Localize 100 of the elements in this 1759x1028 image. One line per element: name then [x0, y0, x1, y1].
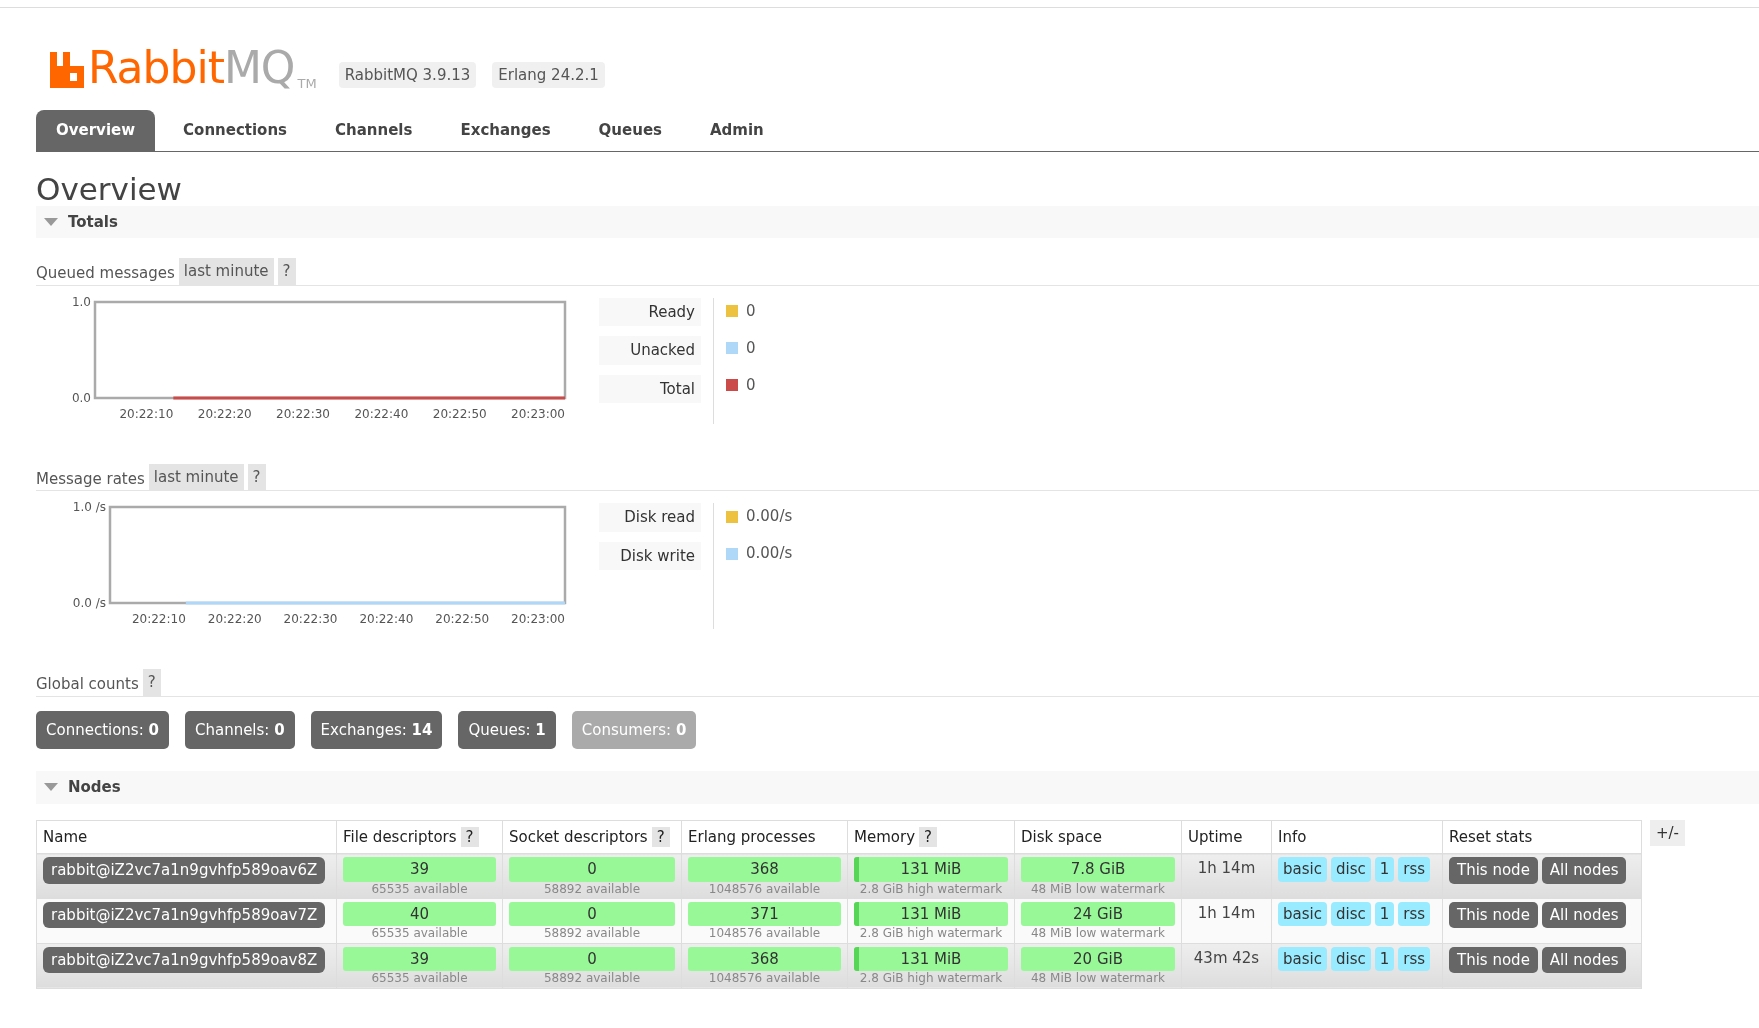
legend-label: Disk read	[599, 503, 701, 532]
node-link[interactable]: rabbit@iZ2vc7a1n9gvhfp589oav6Z	[43, 857, 326, 884]
section-label: Queued messages	[36, 263, 175, 285]
axis-label: 20:22:40	[359, 612, 414, 627]
range-selector[interactable]: last minute	[178, 258, 274, 285]
stat-value: 371	[750, 905, 779, 923]
header-label: Erlang processes	[688, 827, 816, 846]
count-button[interactable]: Exchanges: 14	[310, 710, 443, 750]
axis-label: 1.0	[71, 294, 91, 309]
section-title: Totals	[68, 211, 118, 233]
legend-value: 0	[746, 300, 756, 322]
info-tag: disc	[1330, 902, 1371, 927]
stat-value: 131 MiB	[900, 905, 962, 923]
header-label: Info	[1278, 827, 1307, 846]
stat-value: 0	[587, 905, 597, 923]
nav-tab[interactable]: Connections	[163, 110, 308, 151]
axis-label: 1.0 /s	[72, 500, 106, 515]
legend-value: 0.00/s	[746, 543, 793, 565]
stat-caption: 2.8 GiB high watermark	[858, 926, 1004, 941]
axis-label: 20:22:20	[207, 612, 262, 627]
axis-label: 20:22:20	[197, 406, 252, 421]
help-button[interactable]: ?	[460, 826, 479, 847]
reset-button[interactable]: All nodes	[1541, 902, 1627, 929]
stat-caption: 58892 available	[542, 971, 642, 986]
help-button[interactable]: ?	[651, 826, 670, 847]
stat-value: 20 GiB	[1073, 949, 1123, 968]
info-tag: rss	[1398, 902, 1431, 927]
nav-tab[interactable]: Queues	[578, 110, 682, 151]
stat-caption: 65535 available	[370, 881, 469, 896]
count-button[interactable]: Connections: 0	[36, 710, 169, 750]
stat-caption: 2.8 GiB high watermark	[858, 971, 1004, 986]
header-label: File descriptors	[343, 827, 457, 846]
axis-label: 0.0	[71, 390, 91, 405]
table-cell: 43m 42s	[1181, 943, 1272, 989]
page-title: Overview	[36, 171, 183, 206]
legend-value: 0	[746, 337, 756, 359]
axis-label: 20:22:40	[354, 406, 409, 421]
reset-button[interactable]: This node	[1449, 902, 1538, 929]
legend-label: Unacked	[599, 336, 701, 365]
stat-value: 39	[409, 949, 430, 968]
stat-value: 24 GiB	[1073, 905, 1123, 923]
stat-value: 0	[587, 949, 597, 968]
axis-label: 20:22:10	[119, 406, 174, 421]
stat-caption: 1048576 available	[707, 926, 822, 941]
section-title: Nodes	[68, 777, 121, 799]
range-selector[interactable]: last minute	[148, 463, 244, 491]
info-tag: basic	[1278, 946, 1327, 972]
table-cell: 1h 14m	[1181, 853, 1272, 899]
version-label: RabbitMQ 3.9.13	[338, 61, 477, 88]
info-tag: 1	[1374, 946, 1395, 972]
section-header[interactable]: Nodes	[36, 771, 1759, 804]
legend-label: Disk write	[599, 541, 701, 571]
stat-value: 131 MiB	[900, 949, 962, 968]
logo-icon	[50, 52, 84, 88]
nav-tab[interactable]: Overview	[36, 110, 156, 151]
reset-button[interactable]: All nodes	[1541, 946, 1627, 974]
info-tag: disc	[1330, 946, 1371, 972]
help-button[interactable]: ?	[919, 826, 937, 847]
help-button[interactable]: ?	[277, 258, 296, 285]
reset-button[interactable]: This node	[1449, 946, 1538, 974]
stat-caption: 2.8 GiB high watermark	[858, 881, 1004, 896]
nav-tab[interactable]: Admin	[690, 110, 784, 151]
nav-tab[interactable]: Channels	[315, 110, 433, 151]
section-label: Message rates	[36, 468, 145, 490]
section-header[interactable]: Totals	[36, 205, 1759, 239]
info-tag: rss	[1398, 857, 1431, 882]
reset-button[interactable]: All nodes	[1541, 857, 1627, 884]
count-button[interactable]: Queues: 1	[458, 710, 556, 750]
help-button[interactable]: ?	[247, 463, 266, 491]
legend-value: 0	[746, 374, 756, 396]
stat-value: 39	[409, 860, 430, 879]
reset-button[interactable]: This node	[1449, 857, 1538, 884]
stat-value: 40	[409, 905, 430, 923]
stat-caption: 1048576 available	[707, 881, 822, 896]
header-label: Reset stats	[1449, 827, 1533, 846]
node-link[interactable]: rabbit@iZ2vc7a1n9gvhfp589oav7Z	[43, 902, 326, 929]
trademark: TM	[297, 77, 317, 90]
stat-caption: 65535 available	[370, 971, 469, 986]
stat-caption: 65535 available	[370, 926, 469, 941]
nav-tab[interactable]: Exchanges	[440, 110, 571, 151]
header-label: Memory	[854, 827, 915, 846]
stat-caption: 48 MiB low watermark	[1030, 881, 1166, 896]
help-button[interactable]: ?	[142, 669, 161, 696]
count-button[interactable]: Channels: 0	[184, 710, 295, 750]
axis-label: 20:22:50	[432, 406, 487, 421]
info-tag: 1	[1374, 902, 1395, 927]
info-tag: 1	[1374, 857, 1395, 882]
stat-caption: 58892 available	[542, 926, 642, 941]
logo-text: Rabbit	[88, 46, 224, 90]
info-tag: basic	[1278, 857, 1327, 882]
axis-label: 0.0 /s	[72, 596, 106, 611]
axis-label: 20:22:30	[283, 612, 338, 627]
column-toggle-button[interactable]: +/-	[1650, 819, 1686, 847]
legend-label: Total	[599, 374, 701, 404]
header-label: Socket descriptors	[509, 827, 648, 846]
node-link[interactable]: rabbit@iZ2vc7a1n9gvhfp589oav8Z	[43, 946, 326, 974]
header-label: Name	[43, 827, 88, 846]
axis-label: 20:22:50	[435, 612, 490, 627]
stat-value: 368	[750, 949, 779, 968]
stat-value: 368	[750, 860, 779, 879]
